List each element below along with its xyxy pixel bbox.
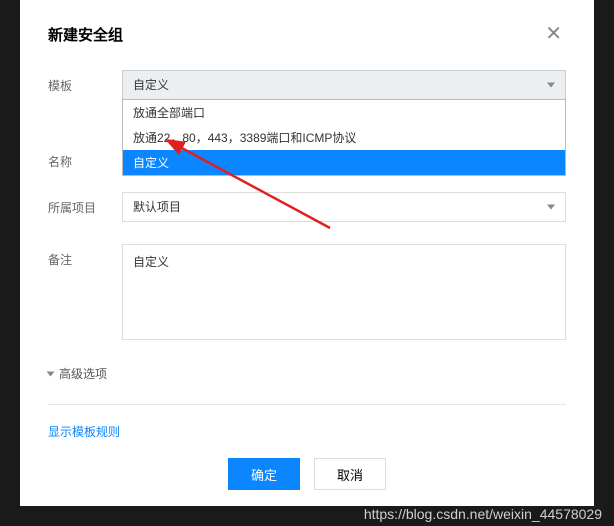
- dropdown-option-selected[interactable]: 自定义: [123, 150, 565, 175]
- advanced-label: 高级选项: [59, 365, 107, 382]
- modal-header: 新建安全组 ✕: [20, 0, 594, 64]
- label-project: 所属项目: [48, 192, 122, 216]
- remark-textarea[interactable]: [122, 244, 566, 340]
- row-project: 所属项目 默认项目: [48, 192, 566, 222]
- dropdown-option[interactable]: 放通22，80，443，3389端口和ICMP协议: [123, 125, 565, 150]
- row-remark: 备注: [48, 244, 566, 343]
- dropdown-option[interactable]: 放通全部端口: [123, 100, 565, 125]
- chevron-down-icon: [547, 83, 555, 88]
- row-template: 模板 自定义 放通全部端口 放通22，80，443，3389端口和ICMP协议 …: [48, 70, 566, 100]
- chevron-down-icon: [47, 371, 55, 376]
- create-security-group-modal: 新建安全组 ✕ 模板 自定义 放通全部端口 放通22，80，443，3389端口…: [20, 0, 594, 506]
- close-icon[interactable]: ✕: [541, 22, 566, 46]
- divider: [48, 404, 566, 405]
- cancel-button[interactable]: 取消: [314, 458, 386, 490]
- chevron-down-icon: [547, 205, 555, 210]
- show-template-rules-link[interactable]: 显示模板规则: [48, 425, 120, 439]
- template-select-wrap: 自定义 放通全部端口 放通22，80，443，3389端口和ICMP协议 自定义: [122, 70, 566, 100]
- advanced-toggle[interactable]: 高级选项: [48, 365, 107, 382]
- remark-field-wrap: [122, 244, 566, 343]
- template-dropdown: 放通全部端口 放通22，80，443，3389端口和ICMP协议 自定义: [122, 99, 566, 176]
- modal-body: 模板 自定义 放通全部端口 放通22，80，443，3389端口和ICMP协议 …: [20, 64, 594, 514]
- template-select[interactable]: 自定义: [122, 70, 566, 100]
- label-remark: 备注: [48, 244, 122, 268]
- watermark: https://blog.csdn.net/weixin_44578029: [364, 506, 602, 522]
- template-selected-value: 自定义: [133, 78, 169, 92]
- label-template: 模板: [48, 70, 122, 94]
- ok-button[interactable]: 确定: [228, 458, 300, 490]
- modal-title: 新建安全组: [48, 24, 123, 45]
- project-select-wrap: 默认项目: [122, 192, 566, 222]
- project-selected-value: 默认项目: [133, 200, 181, 214]
- modal-footer: 确定 取消: [48, 440, 566, 514]
- project-select[interactable]: 默认项目: [122, 192, 566, 222]
- label-name: 名称: [48, 146, 122, 170]
